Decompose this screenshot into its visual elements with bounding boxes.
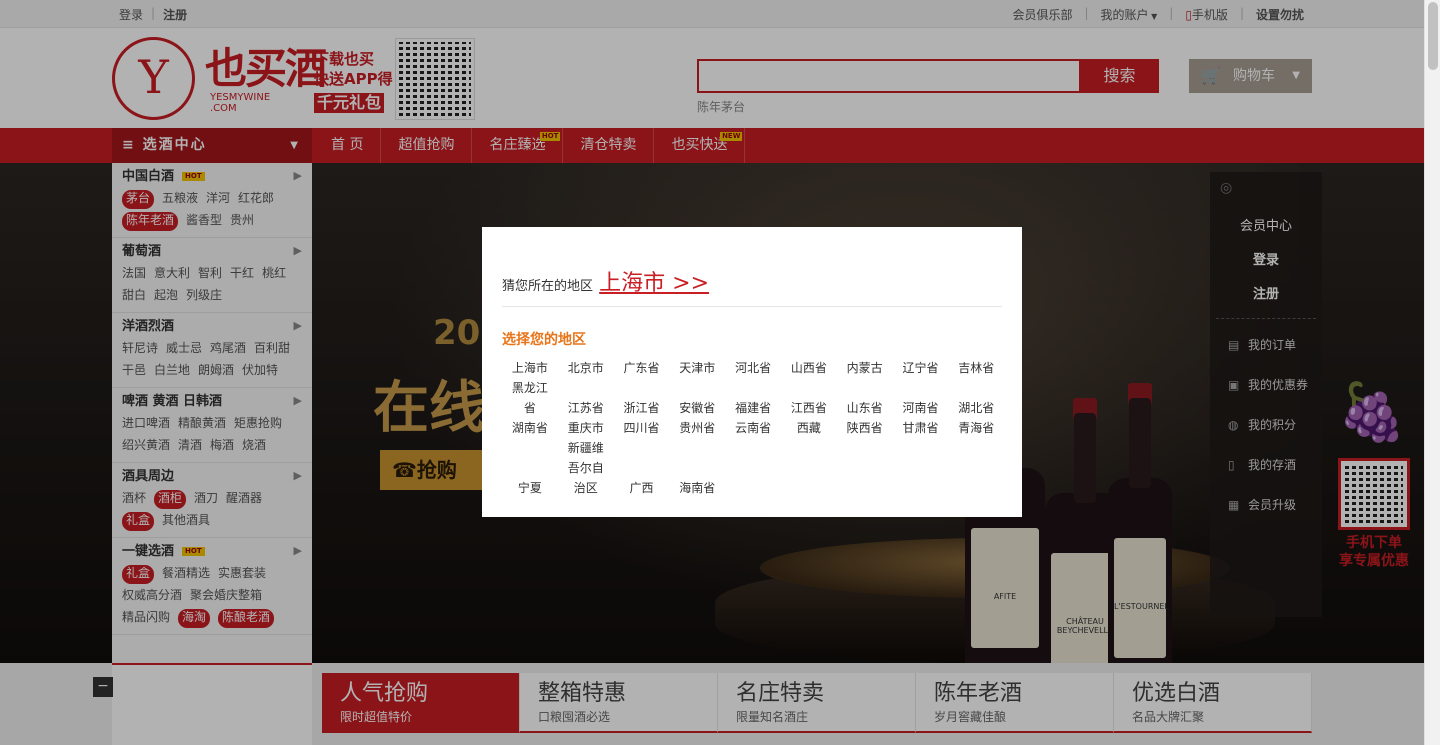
divider	[502, 306, 1002, 307]
region-option[interactable]: 黑龙江省	[502, 378, 558, 418]
region-option[interactable]: 青海省	[948, 418, 1004, 438]
choose-region-heading: 选择您的地区	[502, 332, 586, 348]
region-option[interactable]: 安徽省	[669, 398, 725, 418]
region-option[interactable]: 山西省	[781, 358, 837, 378]
scrollbar-thumb[interactable]	[1428, 2, 1438, 70]
region-option[interactable]: 重庆市	[558, 418, 614, 438]
region-option[interactable]: 广东省	[614, 358, 670, 378]
region-option[interactable]: 贵州省	[669, 418, 725, 438]
region-option[interactable]: 浙江省	[614, 398, 670, 418]
guess-region: 猜您所在的地区 上海市 >>	[502, 265, 709, 297]
region-option[interactable]: 海南省	[669, 478, 725, 498]
region-select-modal: 猜您所在的地区 上海市 >> 选择您的地区 上海市 北京市 广东省 天津市 河北省 山西省…	[482, 227, 1022, 517]
region-option[interactable]: 辽宁省	[893, 358, 949, 378]
region-option[interactable]: 宁夏	[502, 478, 558, 498]
region-option[interactable]: 天津市	[669, 358, 725, 378]
guess-label: 猜您所在的地区	[502, 279, 594, 294]
region-option[interactable]: 北京市	[558, 358, 614, 378]
region-option[interactable]: 云南省	[725, 418, 781, 438]
region-option[interactable]: 陕西省	[837, 418, 893, 438]
scrollbar[interactable]	[1424, 0, 1440, 745]
guess-city-link[interactable]: 上海市 >>	[599, 271, 709, 296]
region-option[interactable]: 广西	[614, 478, 670, 498]
region-option[interactable]: 山东省	[837, 398, 893, 418]
region-option[interactable]: 湖北省	[948, 398, 1004, 418]
region-option[interactable]: 吉林省	[948, 358, 1004, 378]
region-option[interactable]: 福建省	[725, 398, 781, 418]
region-option[interactable]: 河北省	[725, 358, 781, 378]
region-option[interactable]: 江西省	[781, 398, 837, 418]
region-option[interactable]: 四川省	[614, 418, 670, 438]
region-grid: 上海市 北京市 广东省 天津市 河北省 山西省 内蒙古 辽宁省 吉林省黑龙江省 江苏省 浙江省 安徽省…	[502, 358, 1006, 498]
region-option[interactable]: 湖南省	[502, 418, 558, 438]
region-option[interactable]: 河南省	[893, 398, 949, 418]
region-option[interactable]: 上海市	[502, 358, 558, 378]
region-option[interactable]: 西藏	[781, 418, 837, 438]
region-option[interactable]: 江苏省	[558, 398, 614, 418]
region-option[interactable]: 甘肃省	[893, 418, 949, 438]
region-option[interactable]: 内蒙古	[837, 358, 893, 378]
region-option[interactable]: 新疆维吾尔自治区	[558, 438, 614, 498]
